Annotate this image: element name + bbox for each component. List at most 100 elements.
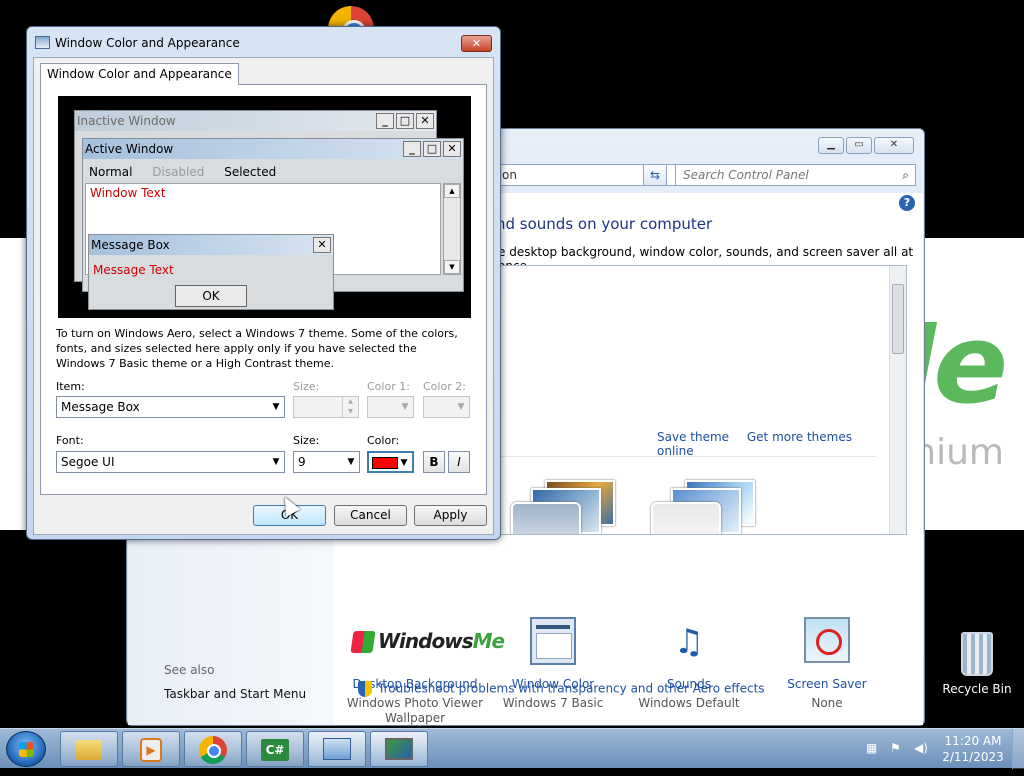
theme-thumbnail-b[interactable] <box>647 476 767 534</box>
folder-icon <box>76 740 102 760</box>
stepper-up-icon[interactable]: ▲ <box>342 397 358 407</box>
stepper-buttons: ▲ ▼ <box>342 397 358 417</box>
desktop-background-sub: Windows Photo Viewer Wallpaper <box>346 696 484 725</box>
system-clock[interactable]: 11:20 AM 2/11/2023 <box>940 733 1006 765</box>
chevron-down-icon: ▼ <box>272 457 280 467</box>
screen-saver-label[interactable]: Screen Saver <box>752 677 902 691</box>
bold-button[interactable]: B <box>423 451 445 473</box>
network-icon[interactable]: ▦ <box>866 741 882 755</box>
taskbar-control-panel-button[interactable] <box>308 731 366 767</box>
wallpaper-sub-text: nium <box>913 432 1004 473</box>
windows-flag-icon <box>350 631 376 653</box>
maximize-icon: □ <box>396 113 414 129</box>
show-desktop-button[interactable] <box>1012 729 1024 769</box>
preview-menu-bar: Normal Disabled Selected <box>89 165 292 179</box>
window-color-sub: Windows 7 Basic <box>502 696 604 710</box>
tab-panel: Inactive Window _ □ ✕ Active Window _ □ … <box>40 84 487 495</box>
theme-image <box>511 502 581 534</box>
chevron-down-icon: ▼ <box>457 402 465 412</box>
refresh-icon[interactable]: ⇆ <box>643 164 667 186</box>
italic-button[interactable]: I <box>448 451 470 473</box>
display-settings-icon <box>385 738 413 760</box>
font-label: Font: <box>56 434 84 447</box>
aero-description: To turn on Windows Aero, select a Window… <box>56 327 458 370</box>
font-select[interactable]: Segoe UI ▼ <box>56 451 285 473</box>
taskbar-start-menu-link[interactable]: Taskbar and Start Menu <box>164 687 306 701</box>
color1-picker[interactable]: ▼ <box>367 396 414 418</box>
winme-logo-windows: Windows <box>378 629 474 653</box>
taskbar-display-button[interactable] <box>370 731 428 767</box>
screen-saver-sub: None <box>811 696 843 710</box>
recycle-bin-label: Recycle Bin <box>942 682 1012 696</box>
font-size-select[interactable]: 9 ▼ <box>293 451 360 473</box>
troubleshoot-link[interactable]: Troubleshoot problems with transparency … <box>358 681 765 697</box>
menu-disabled[interactable]: Disabled <box>152 165 204 179</box>
menu-selected[interactable]: Selected <box>224 165 276 179</box>
recycle-bin-icon <box>961 632 993 676</box>
search-icon[interactable]: ⌕ <box>902 165 909 185</box>
screen-saver-icon-wrap <box>752 617 902 669</box>
cancel-button[interactable]: Cancel <box>334 505 407 526</box>
chrome-icon <box>199 736 227 764</box>
see-also-label: See also <box>164 663 215 677</box>
message-box-ok-button[interactable]: OK <box>175 285 247 307</box>
apply-button[interactable]: Apply <box>414 505 487 526</box>
start-button[interactable] <box>6 731 46 767</box>
window-color-icon-wrap <box>478 617 628 669</box>
sounds-icon: ♫ <box>673 622 705 662</box>
cp-close-button[interactable]: ✕ <box>874 137 914 154</box>
minimize-icon: _ <box>376 113 394 129</box>
save-theme-link[interactable]: Save theme <box>657 430 729 444</box>
theme-links: Save theme Get more themes online <box>657 430 906 458</box>
window-color-icon <box>530 617 576 665</box>
shield-icon <box>358 681 372 697</box>
taskbar-explorer-button[interactable] <box>60 731 118 767</box>
theme-list-scrollbar[interactable] <box>889 266 906 534</box>
theme-image <box>651 502 721 534</box>
chevron-down-icon: ▼ <box>347 457 355 467</box>
maximize-icon: □ <box>423 141 441 157</box>
dialog-body: Window Color and Appearance Inactive Win… <box>33 57 494 535</box>
scroll-down-icon: ▼ <box>444 260 460 274</box>
scroll-thumb[interactable] <box>892 284 904 354</box>
item-select-value: Message Box <box>61 400 140 414</box>
taskbar-media-player-button[interactable]: ▶ <box>122 731 180 767</box>
item-size-stepper[interactable]: ▲ ▼ <box>293 396 359 418</box>
minimize-icon: _ <box>403 141 421 157</box>
windows-me-wallpaper-icon: WindowsMe <box>350 617 505 669</box>
close-icon: ✕ <box>416 113 434 129</box>
theme-list[interactable]: Save theme Get more themes online <box>496 265 907 535</box>
close-icon: ✕ <box>443 141 461 157</box>
color-swatch <box>372 457 398 469</box>
menu-normal[interactable]: Normal <box>89 165 132 179</box>
preview-scrollbar[interactable]: ▲ ▼ <box>443 183 461 275</box>
recycle-bin-desktop-icon[interactable]: Recycle Bin <box>940 632 1014 696</box>
appearance-preview[interactable]: Inactive Window _ □ ✕ Active Window _ □ … <box>58 96 471 318</box>
screen-saver-item[interactable]: Screen Saver None <box>752 617 902 711</box>
font-size-value: 9 <box>298 455 306 469</box>
color2-label: Color 2: <box>423 380 466 393</box>
chevron-down-icon: ▼ <box>400 458 408 468</box>
cp-address-text: on <box>502 168 517 182</box>
stepper-down-icon[interactable]: ▼ <box>342 407 358 417</box>
font-color-picker[interactable]: ▼ <box>367 451 414 473</box>
cp-maximize-button[interactable]: ▭ <box>846 137 872 154</box>
taskbar-chrome-button[interactable] <box>184 731 242 767</box>
window-color-appearance-dialog: Window Color and Appearance ✕ Window Col… <box>26 26 501 540</box>
theme-thumbnail-a[interactable] <box>507 476 627 534</box>
troubleshoot-text: Troubleshoot problems with transparency … <box>378 681 765 696</box>
preview-message-box[interactable]: Message Box ✕ Message Text OK <box>88 234 334 310</box>
tab-window-color-appearance[interactable]: Window Color and Appearance <box>40 63 239 85</box>
help-icon[interactable]: ? <box>899 195 915 211</box>
color2-picker[interactable]: ▼ <box>423 396 470 418</box>
dialog-close-button[interactable]: ✕ <box>461 35 492 52</box>
chevron-down-icon: ▼ <box>272 402 280 412</box>
taskbar-csharp-button[interactable]: C# <box>246 731 304 767</box>
cp-minimize-button[interactable]: ▁ <box>818 137 844 154</box>
action-center-icon[interactable]: ⚑ <box>890 741 906 755</box>
volume-icon[interactable]: ◀) <box>914 741 930 755</box>
item-select[interactable]: Message Box ▼ <box>56 396 285 418</box>
cp-search-input[interactable]: Search Control Panel ⌕ <box>675 164 916 186</box>
color1-label: Color 1: <box>367 380 410 393</box>
desktop-background-item[interactable]: WindowsMe Desktop Background Windows Pho… <box>340 617 505 726</box>
